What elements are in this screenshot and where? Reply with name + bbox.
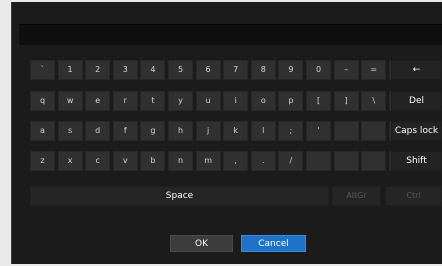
character-key[interactable]: v — [112, 151, 138, 171]
blank-key[interactable] — [361, 121, 387, 141]
character-key[interactable]: ] — [333, 91, 359, 111]
function-key[interactable]: Shift — [391, 151, 442, 171]
character-key[interactable]: j — [195, 121, 221, 141]
character-key[interactable]: a — [30, 121, 55, 141]
character-key[interactable]: – — [333, 60, 359, 80]
blank-key[interactable] — [361, 151, 387, 171]
character-key[interactable]: ; — [278, 121, 304, 141]
character-key[interactable]: 2 — [85, 60, 111, 80]
character-key[interactable]: r — [112, 91, 138, 111]
character-key[interactable]: 3 — [112, 60, 138, 80]
blank-key[interactable] — [333, 121, 359, 141]
character-key[interactable]: ' — [306, 121, 331, 141]
altgr-key[interactable]: AltGr — [332, 186, 381, 206]
space-key[interactable]: Space — [30, 186, 329, 206]
character-key[interactable]: , — [223, 151, 249, 171]
character-key[interactable]: 8 — [250, 60, 276, 80]
character-key[interactable]: e — [85, 91, 111, 111]
ok-button[interactable]: OK — [170, 235, 233, 252]
blank-key[interactable] — [306, 151, 331, 171]
character-key[interactable]: . — [250, 151, 276, 171]
ctrl-key[interactable]: Ctrl — [385, 186, 442, 206]
character-key[interactable]: = — [361, 60, 387, 80]
character-key[interactable]: w — [57, 91, 83, 111]
character-key[interactable]: b — [140, 151, 166, 171]
character-key[interactable]: 0 — [306, 60, 331, 80]
function-key[interactable]: Del — [391, 91, 442, 111]
character-key[interactable]: 9 — [278, 60, 304, 80]
character-key[interactable]: p — [278, 91, 304, 111]
character-key[interactable]: f — [112, 121, 138, 141]
character-key[interactable]: k — [223, 121, 249, 141]
character-key[interactable]: g — [140, 121, 166, 141]
character-key[interactable]: 5 — [168, 60, 193, 80]
character-key[interactable]: n — [168, 151, 193, 171]
character-key[interactable]: x — [57, 151, 83, 171]
character-key[interactable]: / — [278, 151, 304, 171]
blank-key[interactable] — [333, 151, 359, 171]
character-key[interactable]: l — [250, 121, 276, 141]
character-key[interactable]: z — [30, 151, 55, 171]
character-key[interactable]: c — [85, 151, 111, 171]
character-key[interactable]: h — [168, 121, 193, 141]
character-key[interactable]: m — [195, 151, 221, 171]
function-key[interactable]: ← — [391, 60, 442, 80]
character-key[interactable]: u — [195, 91, 221, 111]
character-key[interactable]: 7 — [223, 60, 249, 80]
character-key[interactable]: s — [57, 121, 83, 141]
character-key[interactable]: o — [250, 91, 276, 111]
character-key[interactable]: 6 — [195, 60, 221, 80]
function-key[interactable]: Caps lock — [391, 121, 442, 141]
character-key[interactable]: d — [85, 121, 111, 141]
character-key[interactable]: q — [30, 91, 55, 111]
character-key[interactable]: [ — [306, 91, 331, 111]
character-key[interactable]: t — [140, 91, 166, 111]
character-key[interactable]: \ — [361, 91, 387, 111]
cancel-button[interactable]: Cancel — [241, 235, 306, 252]
character-key[interactable]: 1 — [57, 60, 83, 80]
character-key[interactable]: y — [168, 91, 193, 111]
character-key[interactable]: i — [223, 91, 249, 111]
character-key[interactable]: ` — [30, 60, 55, 80]
text-input[interactable] — [19, 24, 442, 45]
character-key[interactable]: 4 — [140, 60, 166, 80]
